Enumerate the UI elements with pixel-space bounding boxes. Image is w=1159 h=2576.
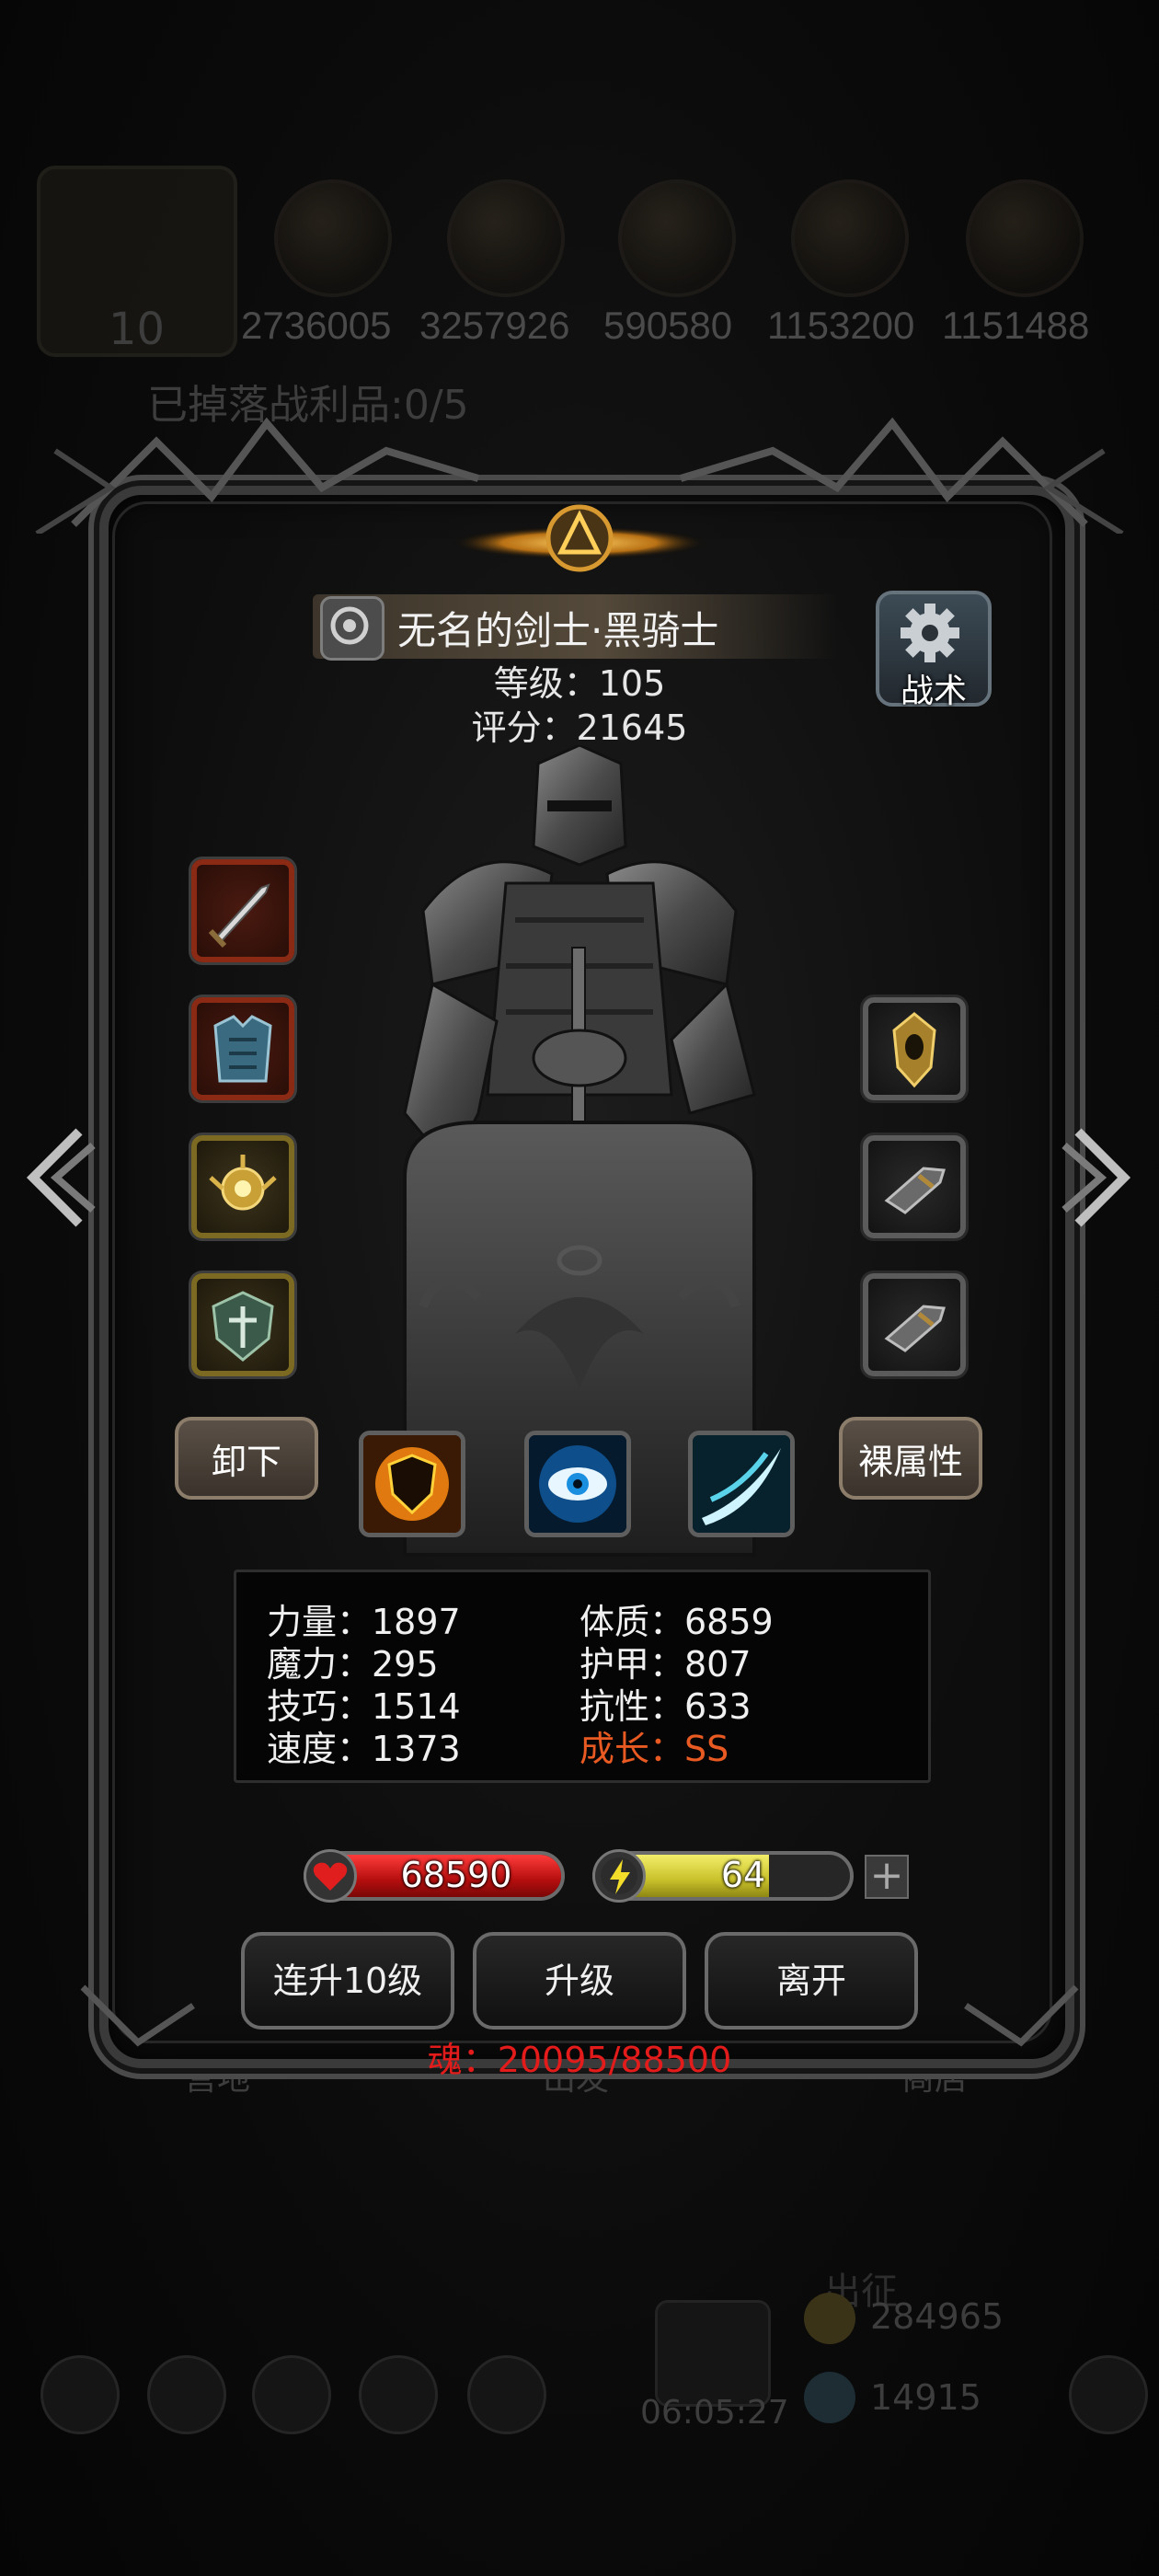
add-energy-button[interactable]: + xyxy=(865,1855,909,1899)
resource-icon-4 xyxy=(791,179,909,297)
timer: 06:05:27 xyxy=(640,2394,789,2432)
resource-icon-5 xyxy=(966,179,1084,297)
previous-hero-arrow[interactable] xyxy=(15,1122,98,1233)
bottom-icon-2 xyxy=(147,2355,226,2434)
gift-icon xyxy=(655,2300,771,2407)
armor-slot[interactable] xyxy=(191,997,294,1100)
resource-icon-3 xyxy=(618,179,736,297)
bottom-icon-3 xyxy=(252,2355,331,2434)
hp-value: 68590 xyxy=(400,1855,512,1895)
player-level-badge: 10 xyxy=(109,304,166,355)
amulet-icon xyxy=(209,1155,277,1211)
soul-counter: 魂：20095/88500 xyxy=(427,2040,732,2080)
gem-icon xyxy=(804,2372,855,2423)
leave-button[interactable]: 离开 xyxy=(705,1932,918,2030)
resource-value-2: 3257926 xyxy=(419,304,570,347)
blue-eye-icon xyxy=(529,1435,626,1533)
gauntlet-slot-2[interactable] xyxy=(863,1273,966,1376)
gem-value: 14915 xyxy=(870,2377,981,2418)
heart-icon xyxy=(304,1849,357,1903)
resource-icon-2 xyxy=(447,179,565,297)
energy-value: 64 xyxy=(720,1855,766,1895)
gauntlet-icon xyxy=(884,1305,946,1352)
skill-slot-2[interactable] xyxy=(524,1431,631,1537)
top-emblem xyxy=(451,504,708,572)
tactics-label: 战术 xyxy=(900,673,967,710)
hero-name: 无名的剑士·黑骑士 xyxy=(397,608,719,653)
level-up-10-button[interactable]: 连升10级 xyxy=(241,1932,454,2030)
shield-emblem-icon xyxy=(212,1291,274,1362)
resource-value-3: 590580 xyxy=(603,304,733,347)
gold-coin-icon xyxy=(804,2293,855,2344)
resource-icon-1 xyxy=(274,179,392,297)
hero-class-icon xyxy=(320,596,384,661)
bottom-icon-5 xyxy=(467,2355,546,2434)
helmet-slot[interactable] xyxy=(863,997,966,1100)
bottom-icon-6 xyxy=(1069,2355,1148,2434)
resource-value-5: 1151488 xyxy=(942,304,1090,347)
skill-slot-3[interactable] xyxy=(688,1431,795,1537)
amulet-slot[interactable] xyxy=(191,1135,294,1238)
gauntlet-slot-1[interactable] xyxy=(863,1135,966,1238)
next-hero-arrow[interactable] xyxy=(1060,1122,1142,1233)
lightning-icon xyxy=(592,1849,646,1903)
stat-growth: 成长：SS xyxy=(580,1729,729,1769)
naked-attributes-button[interactable]: 裸属性 xyxy=(839,1417,982,1500)
unequip-button[interactable]: 卸下 xyxy=(175,1417,318,1500)
fire-shield-icon xyxy=(363,1435,461,1533)
stat-speed: 速度：1373 xyxy=(267,1729,461,1769)
shield-slot[interactable] xyxy=(191,1273,294,1376)
level-up-button[interactable]: 升级 xyxy=(473,1932,686,2030)
bottom-icon-4 xyxy=(359,2355,438,2434)
chest-armor-icon xyxy=(213,1015,272,1083)
resource-value-1: 2736005 xyxy=(241,304,392,347)
bottom-icon-1 xyxy=(40,2355,120,2434)
slash-icon xyxy=(693,1435,790,1533)
gold-value: 284965 xyxy=(870,2296,1004,2337)
resource-value-4: 1153200 xyxy=(767,304,915,347)
golden-mask-icon xyxy=(892,1012,936,1088)
weapon-slot[interactable] xyxy=(191,859,294,962)
gauntlet-icon xyxy=(884,1167,946,1214)
greatsword-icon xyxy=(208,883,270,949)
skill-slot-1[interactable] xyxy=(359,1431,465,1537)
gear-icon xyxy=(901,604,959,662)
